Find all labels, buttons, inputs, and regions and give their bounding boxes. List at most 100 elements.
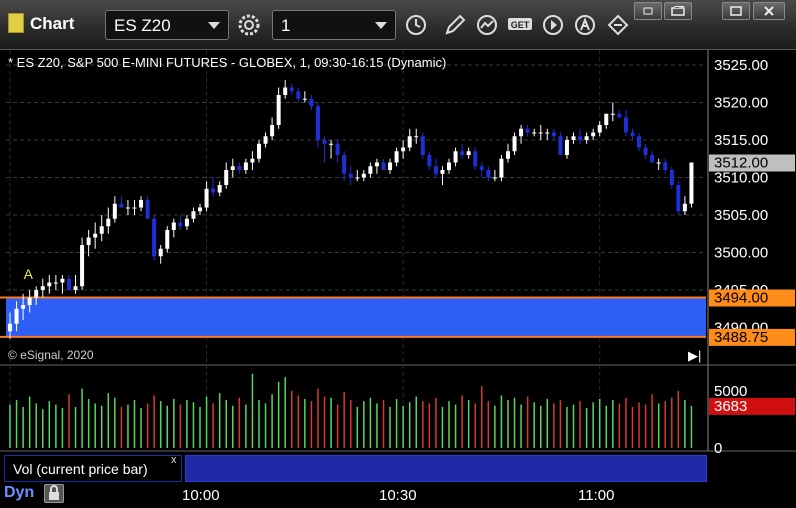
candle-body xyxy=(342,155,347,174)
candle-body xyxy=(152,218,157,257)
candle-body xyxy=(178,222,183,227)
candle-body xyxy=(656,162,661,164)
symbol-combo[interactable]: ES Z20 xyxy=(105,10,229,40)
candle-body xyxy=(348,173,353,178)
candle-body xyxy=(368,166,373,174)
candle-body xyxy=(40,286,45,290)
candle-body xyxy=(171,222,176,230)
candle-body xyxy=(407,136,412,148)
candle-body xyxy=(211,188,216,193)
volume-study-label[interactable]: Vol (current price bar) xyxy=(4,455,182,482)
clock-icon[interactable] xyxy=(401,10,431,40)
candle-body xyxy=(591,132,596,137)
candle-body xyxy=(296,91,301,99)
candle-body xyxy=(145,200,150,219)
settings-icon[interactable] xyxy=(234,10,264,40)
minimize-button[interactable] xyxy=(634,2,662,20)
play-icon[interactable] xyxy=(538,10,568,40)
time-tick-1030: 10:30 xyxy=(379,487,417,504)
candle-body xyxy=(237,166,242,170)
candle-body xyxy=(355,177,360,179)
candle-body xyxy=(270,125,275,137)
candle-body xyxy=(14,308,19,324)
price-chart[interactable]: A 3525.00 3520.00 3515.00 3510.00 3505.00 350… xyxy=(0,50,796,508)
candle-body xyxy=(86,237,91,245)
candle-body xyxy=(486,170,491,178)
candle-body xyxy=(21,305,26,309)
chart-study-icon[interactable] xyxy=(472,10,502,40)
candle-body xyxy=(276,95,281,125)
candle-body xyxy=(623,117,628,133)
candle-body xyxy=(184,218,189,227)
candle-body xyxy=(8,323,12,332)
candle-body xyxy=(545,132,550,134)
candle-body xyxy=(453,151,458,163)
candle-body xyxy=(27,297,32,305)
upper-level-badge: 3494.00 xyxy=(714,290,768,307)
price-tick-label: 3525.00 xyxy=(714,57,768,74)
scroll-right-icon[interactable]: ▶| xyxy=(688,348,701,364)
interval-value: 1 xyxy=(281,16,291,35)
candle-body xyxy=(525,128,530,133)
close-icon[interactable]: x xyxy=(171,454,177,466)
candle-body xyxy=(578,136,583,140)
close-button[interactable] xyxy=(753,2,785,20)
candle-body xyxy=(597,125,602,133)
interval-combo[interactable]: 1 xyxy=(272,10,396,40)
candle-body xyxy=(584,136,589,140)
candle-body xyxy=(669,170,674,185)
maximize-button[interactable] xyxy=(722,2,750,20)
link-icon[interactable] xyxy=(603,10,633,40)
chevron-down-icon[interactable] xyxy=(208,22,220,29)
dynamic-mode-label[interactable]: Dyn xyxy=(4,484,34,502)
candle-body xyxy=(637,136,642,148)
candle-body xyxy=(250,158,255,163)
alert-icon[interactable] xyxy=(570,10,600,40)
time-tick-1000: 10:00 xyxy=(182,487,220,504)
get-icon[interactable]: GET xyxy=(505,10,535,40)
candle-body xyxy=(689,162,694,204)
copyright-label: © eSignal, 2020 xyxy=(8,348,94,362)
price-band xyxy=(0,296,706,338)
chevron-down-icon[interactable] xyxy=(375,22,387,29)
candle-body xyxy=(374,162,379,167)
candle-body xyxy=(420,136,425,155)
candle-body xyxy=(564,140,569,155)
candle-body xyxy=(388,162,393,170)
candle-body xyxy=(289,87,294,92)
candle-body xyxy=(427,155,432,167)
candle-body xyxy=(230,166,235,170)
candle-body xyxy=(610,113,615,115)
candle-body xyxy=(112,203,117,219)
chart-grid xyxy=(0,50,796,452)
pencil-icon[interactable] xyxy=(440,10,470,40)
chart-window-icon xyxy=(8,13,24,33)
window-title: Chart xyxy=(30,14,75,33)
candle-body xyxy=(224,170,229,185)
candle-body xyxy=(676,185,681,212)
volume-tick-label: 0 xyxy=(714,440,722,457)
candle-body xyxy=(682,203,687,212)
candle-body xyxy=(440,170,445,174)
candle-body xyxy=(551,132,556,137)
lower-level-badge: 3488.75 xyxy=(714,329,768,346)
candle-body xyxy=(538,132,543,134)
candle-body xyxy=(414,136,419,138)
lock-icon[interactable] xyxy=(44,484,64,503)
candle-body xyxy=(204,188,209,208)
candle-body xyxy=(663,162,668,170)
candle-body xyxy=(80,245,85,287)
candle-body xyxy=(158,248,163,257)
candle-body xyxy=(322,140,327,144)
time-tick-1100: 11:00 xyxy=(578,487,615,504)
candle-body xyxy=(492,177,497,179)
restore-button[interactable] xyxy=(664,2,692,20)
candle-body xyxy=(519,128,524,137)
candle-body xyxy=(34,290,39,298)
candle-body xyxy=(381,162,386,170)
candle-body xyxy=(394,151,399,163)
candle-body xyxy=(479,166,484,170)
candle-body xyxy=(571,136,576,140)
price-tick-label: 3505.00 xyxy=(714,207,768,224)
candle-body xyxy=(283,87,288,95)
